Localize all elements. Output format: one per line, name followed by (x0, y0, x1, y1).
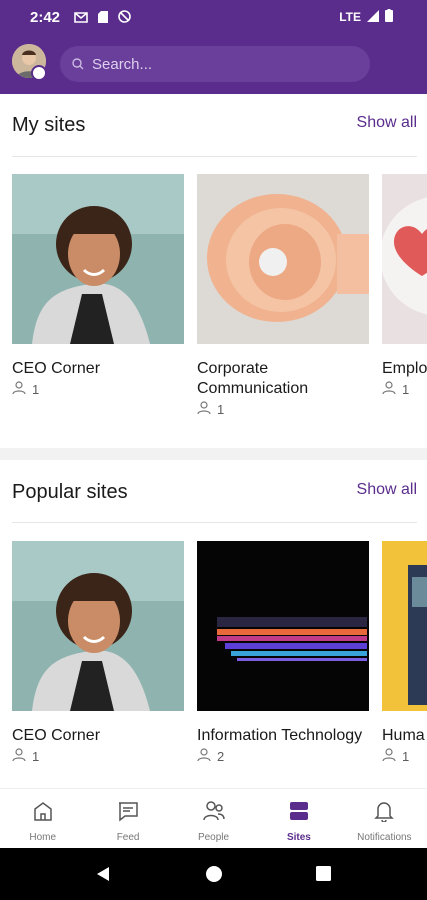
site-image (12, 541, 184, 711)
nav-notifications[interactable]: Notifications (342, 789, 427, 849)
site-members: 1 (197, 401, 369, 417)
section-separator (0, 448, 427, 460)
site-members: 1 (12, 381, 184, 397)
divider (12, 156, 417, 157)
site-title: CEO Corner (12, 360, 101, 377)
site-title: Huma (382, 727, 425, 744)
site-image (197, 174, 369, 344)
person-icon (382, 748, 396, 764)
menu-badge-icon[interactable] (31, 65, 47, 81)
site-members: 2 (197, 748, 369, 764)
person-icon (382, 381, 396, 397)
status-bar: 2:42 LTE (0, 0, 427, 36)
my-sites-header: My sites Show all (12, 114, 417, 154)
show-all-link[interactable]: Show all (357, 114, 417, 132)
show-all-link[interactable]: Show all (357, 481, 417, 499)
person-icon (197, 401, 211, 417)
site-card[interactable]: CEO Corner 1 (12, 541, 184, 764)
notification-icons (74, 10, 131, 28)
person-icon (12, 748, 26, 764)
site-image (382, 174, 427, 344)
system-nav-bar (0, 848, 427, 900)
member-count: 1 (217, 401, 225, 417)
feed-icon (117, 800, 139, 827)
nav-label: Home (29, 832, 57, 843)
nav-label: Feed (116, 832, 140, 843)
site-members: 1 (382, 381, 427, 397)
site-card[interactable]: CEO Corner 1 (12, 174, 184, 397)
back-icon[interactable] (95, 866, 111, 887)
people-icon (202, 800, 226, 827)
no-disturb-icon (118, 10, 131, 28)
site-image (197, 541, 369, 711)
search-bar[interactable]: Search... (60, 46, 370, 82)
site-title: Emplo (382, 360, 427, 377)
nav-home[interactable]: Home (0, 789, 85, 849)
nav-feed[interactable]: Feed (85, 789, 170, 849)
sites-icon (288, 800, 310, 827)
battery-icon (385, 9, 393, 25)
site-card[interactable]: Corporate Communication 1 (197, 174, 369, 417)
search-icon (72, 58, 84, 70)
bottom-nav: Home Feed People Sites Notifications (0, 788, 427, 849)
nav-label: Sites (286, 832, 311, 843)
site-members: 1 (12, 748, 184, 764)
member-count: 1 (402, 381, 410, 397)
site-card[interactable]: Emplo 1 (382, 174, 427, 397)
nav-sites[interactable]: Sites (256, 789, 341, 849)
nav-label: Notifications (357, 832, 412, 843)
site-title: Information Technology (197, 727, 363, 744)
network-label: LTE (339, 10, 361, 24)
bell-icon (373, 800, 395, 827)
site-members: 1 (382, 748, 427, 764)
member-count: 1 (402, 748, 410, 764)
sd-card-icon (98, 10, 108, 28)
home-icon (32, 800, 54, 827)
popular-sites-header: Popular sites Show all (12, 481, 417, 521)
recents-icon[interactable] (316, 866, 331, 886)
app-bar: Search... (0, 36, 427, 94)
person-icon (197, 748, 211, 764)
site-card[interactable]: Information Technology 2 (197, 541, 369, 764)
member-count: 2 (217, 748, 225, 764)
site-image (12, 174, 184, 344)
home-button-icon[interactable] (205, 865, 223, 888)
site-title: CEO Corner (12, 727, 101, 744)
member-count: 1 (32, 381, 40, 397)
nav-people[interactable]: People (171, 789, 256, 849)
member-count: 1 (32, 748, 40, 764)
search-placeholder: Search... (92, 55, 153, 73)
person-icon (12, 381, 26, 397)
gmail-icon (74, 10, 88, 28)
section-title: My sites (12, 114, 86, 136)
site-card[interactable]: Huma 1 (382, 541, 427, 764)
signal-icon (367, 9, 379, 25)
status-time: 2:42 (30, 9, 61, 26)
site-image (382, 541, 427, 711)
site-title: Corporate Communication (197, 360, 309, 397)
divider (12, 522, 417, 523)
system-status: LTE (339, 9, 393, 25)
nav-label: People (197, 832, 230, 843)
section-title: Popular sites (12, 481, 128, 503)
